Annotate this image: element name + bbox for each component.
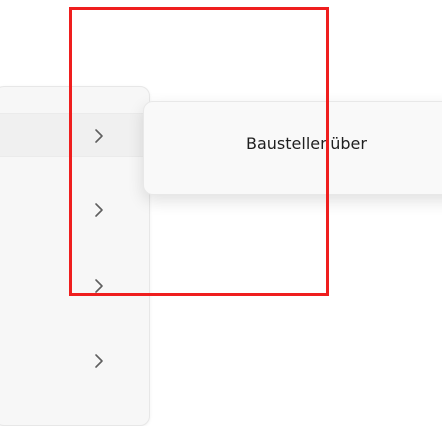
context-menu-panel: [0, 86, 151, 426]
menu-item-1[interactable]: [0, 113, 151, 157]
menu-item-3[interactable]: [0, 264, 151, 308]
chevron-right-icon: [91, 353, 107, 369]
menu-item-2[interactable]: [0, 188, 151, 232]
submenu-card: Baustellenüber: [143, 101, 442, 195]
chevron-right-icon: [91, 128, 107, 144]
menu-item-4[interactable]: [0, 339, 151, 383]
chevron-right-icon: [91, 202, 107, 218]
chevron-right-icon: [91, 278, 107, 294]
submenu-item-label[interactable]: Baustellenüber: [246, 134, 367, 153]
